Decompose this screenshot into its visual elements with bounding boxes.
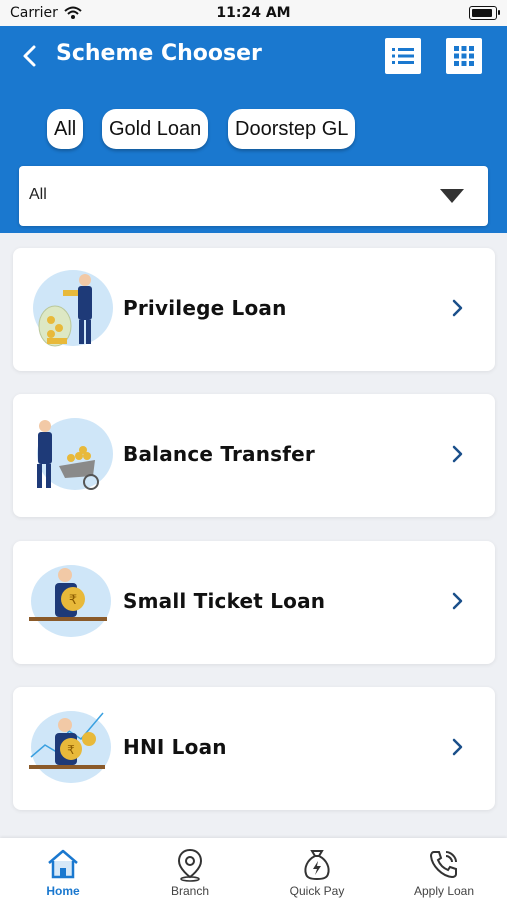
nav-label: Home xyxy=(46,884,80,898)
scheme-label: Small Ticket Loan xyxy=(123,589,326,613)
nav-label: Quick Pay xyxy=(289,884,345,898)
scheme-card-hni-loan[interactable]: ₹ HNI Loan xyxy=(13,687,495,810)
phone-icon xyxy=(429,851,457,879)
chevron-left-icon xyxy=(23,45,36,67)
scheme-card-small-ticket-loan[interactable]: ₹ Small Ticket Loan xyxy=(13,541,495,664)
chevron-right-icon xyxy=(452,299,463,317)
nav-label: Apply Loan xyxy=(413,884,475,898)
nav-home[interactable]: Home xyxy=(0,838,126,900)
svg-text:₹: ₹ xyxy=(67,743,75,757)
scheme-label: HNI Loan xyxy=(123,735,227,759)
money-bag-icon xyxy=(304,850,330,881)
grid-view-button[interactable] xyxy=(446,38,482,74)
chevron-right-icon xyxy=(452,445,463,463)
scheme-label: Balance Transfer xyxy=(123,442,315,466)
caret-down-icon xyxy=(440,189,464,203)
nav-quick-pay[interactable]: Quick Pay xyxy=(254,838,380,900)
grid-icon xyxy=(454,46,474,66)
filter-chip-all[interactable]: All xyxy=(47,109,84,149)
scheme-card-privilege-loan[interactable]: Privilege Loan xyxy=(13,248,495,371)
filter-chip-doorstep-gl[interactable]: Doorstep GL xyxy=(228,109,356,149)
chevron-right-icon xyxy=(452,592,463,610)
dropdown-value: All xyxy=(29,186,47,203)
scheme-filter-dropdown[interactable]: All xyxy=(19,166,488,226)
nav-apply-loan[interactable]: Apply Loan xyxy=(381,838,507,900)
list-view-button[interactable] xyxy=(385,38,421,74)
hni-loan-illustration-icon: ₹ xyxy=(29,711,111,783)
svg-text:₹: ₹ xyxy=(69,593,77,608)
home-icon xyxy=(48,849,78,879)
balance-transfer-illustration-icon xyxy=(37,418,113,490)
status-bar: Carrier 11:24 AM xyxy=(0,0,507,26)
filter-chip-gold-loan[interactable]: Gold Loan xyxy=(102,109,209,149)
nav-branch[interactable]: Branch xyxy=(127,838,253,900)
back-button[interactable] xyxy=(16,40,44,72)
privilege-loan-illustration-icon xyxy=(33,270,113,347)
header: Scheme Chooser All Gold Loan Doorstep GL… xyxy=(0,26,507,233)
bottom-nav: Home Branch Quick Pay Apply Loan xyxy=(0,838,507,900)
location-pin-icon xyxy=(177,848,203,882)
chevron-right-icon xyxy=(452,738,463,756)
nav-label: Branch xyxy=(170,884,210,898)
small-ticket-loan-illustration-icon: ₹ xyxy=(29,565,111,637)
page-title: Scheme Chooser xyxy=(56,41,262,66)
battery-icon xyxy=(469,6,500,20)
clock-time: 11:24 AM xyxy=(216,5,291,21)
scheme-card-balance-transfer[interactable]: Balance Transfer xyxy=(13,394,495,517)
scheme-label: Privilege Loan xyxy=(123,296,287,320)
list-icon xyxy=(392,48,414,64)
